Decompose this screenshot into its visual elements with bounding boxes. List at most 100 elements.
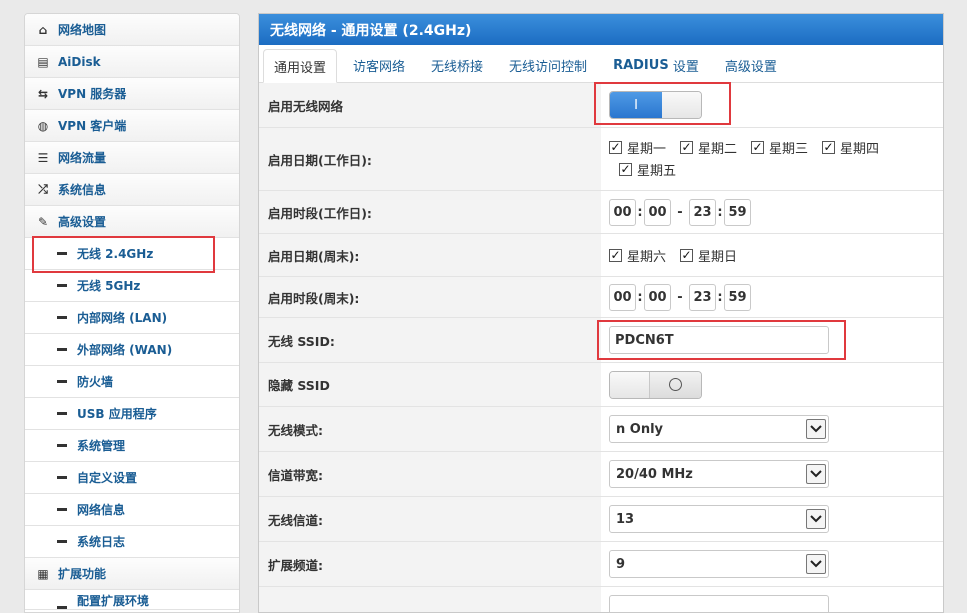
ssid-input[interactable]: PDCN6T xyxy=(609,326,829,354)
partial-select[interactable] xyxy=(609,595,829,612)
time-colon: : xyxy=(717,289,723,305)
start-hour-input[interactable]: 00 xyxy=(609,198,636,226)
chevron-down-icon xyxy=(806,464,826,484)
check-icon: ✓ xyxy=(751,140,765,154)
dash-icon xyxy=(57,508,67,511)
sidebar-subitem-custom[interactable]: 自定义设置 xyxy=(25,462,239,494)
dash-icon xyxy=(57,412,67,415)
sidebar-subitem-usb[interactable]: USB 应用程序 xyxy=(25,398,239,430)
enable-wifi-toggle[interactable]: I xyxy=(609,91,702,119)
checkbox-friday[interactable]: ✓ 星期五 xyxy=(619,158,676,180)
checkbox-monday[interactable]: ✓ 星期一 xyxy=(609,136,666,158)
sidebar-item-label: 系统日志 xyxy=(77,535,126,549)
tab-guest-network[interactable]: 访客网络 xyxy=(343,48,415,82)
dash-icon xyxy=(57,540,67,543)
checkbox-label: 星期一 xyxy=(627,141,667,157)
sidebar-item-advanced[interactable]: ✎ 高级设置 xyxy=(25,206,239,238)
disk-icon: ▤ xyxy=(37,54,49,69)
sidebar-subitem-admin[interactable]: 系统管理 xyxy=(25,430,239,462)
checkbox-tuesday[interactable]: ✓ 星期二 xyxy=(680,136,737,158)
field-label: 启用无线网络 xyxy=(259,83,601,127)
end-minute-input[interactable]: 59 xyxy=(724,283,751,311)
list-icon: ☰ xyxy=(37,150,49,165)
channel-select[interactable]: 13 xyxy=(609,505,829,533)
tab-radius[interactable]: RADIUS 设置 xyxy=(603,48,709,82)
page-title: 无线网络 - 通用设置 (2.4GHz) xyxy=(259,14,943,45)
row-channel: 无线信道: 13 xyxy=(259,497,943,542)
tab-access-control[interactable]: 无线访问控制 xyxy=(499,48,597,82)
globe-icon: ◍ xyxy=(37,118,49,133)
sidebar-item-system-info[interactable]: ⤮ 系统信息 xyxy=(25,174,239,206)
field-label: 启用日期(周末): xyxy=(259,234,601,276)
sidebar: ⌂ 网络地图 ▤ AiDisk ⇆ VPN 服务器 ◍ VPN 客户端 ☰ 网络… xyxy=(24,13,240,613)
dash-icon xyxy=(57,284,67,287)
tab-label-bold: RADIUS xyxy=(613,57,669,73)
end-hour-input[interactable]: 23 xyxy=(689,283,716,311)
ext-channel-select[interactable]: 9 xyxy=(609,550,829,578)
sidebar-subitem-firewall[interactable]: 防火墙 xyxy=(25,366,239,398)
toggle-on-glyph: I xyxy=(634,97,638,113)
row-ext-channel: 扩展频道: 9 xyxy=(259,542,943,587)
bandwidth-select[interactable]: 20/40 MHz xyxy=(609,460,829,488)
dash-icon xyxy=(57,606,67,609)
sidebar-subitem-wireless-5[interactable]: 无线 5GHz xyxy=(25,270,239,302)
sidebar-subitem-netinfo[interactable]: 网络信息 xyxy=(25,494,239,526)
dash-icon xyxy=(57,316,67,319)
row-wireless-mode: 无线模式: n Only xyxy=(259,407,943,452)
sidebar-item-traffic[interactable]: ☰ 网络流量 xyxy=(25,142,239,174)
sidebar-subitem-lan[interactable]: 内部网络 (LAN) xyxy=(25,302,239,334)
wireless-mode-select[interactable]: n Only xyxy=(609,415,829,443)
sidebar-item-network-map[interactable]: ⌂ 网络地图 xyxy=(25,14,239,46)
main-panel: 无线网络 - 通用设置 (2.4GHz) 通用设置 访客网络 无线桥接 无线访问… xyxy=(258,13,944,613)
sidebar-item-label: 网络地图 xyxy=(58,23,107,37)
checkbox-wednesday[interactable]: ✓ 星期三 xyxy=(751,136,808,158)
tab-wireless-bridge[interactable]: 无线桥接 xyxy=(421,48,493,82)
sidebar-item-label: 扩展功能 xyxy=(58,567,107,581)
sidebar-item-label: 自定义设置 xyxy=(77,471,138,485)
check-icon: ✓ xyxy=(609,140,622,154)
sidebar-item-label: 网络流量 xyxy=(58,151,107,165)
check-icon: ✓ xyxy=(680,248,694,262)
checkbox-label: 星期二 xyxy=(698,141,738,157)
sidebar-item-vpn-server[interactable]: ⇆ VPN 服务器 xyxy=(25,78,239,110)
chevron-down-icon xyxy=(806,554,826,574)
sidebar-subitem-ext-env[interactable]: 配置扩展环境 xyxy=(25,590,239,610)
sidebar-subitem-wireless-24[interactable]: 无线 2.4GHz xyxy=(25,238,239,270)
chevron-down-icon xyxy=(806,509,826,529)
start-hour-input[interactable]: 00 xyxy=(609,283,636,311)
select-value: 13 xyxy=(616,511,635,527)
tab-advanced[interactable]: 高级设置 xyxy=(715,48,787,82)
row-partial xyxy=(259,587,943,612)
tab-bar: 通用设置 访客网络 无线桥接 无线访问控制 RADIUS 设置 高级设置 xyxy=(259,45,943,83)
row-weekday-time: 启用时段(工作日): 00 : 00 - 23 : 59 xyxy=(259,191,943,234)
checkbox-sunday[interactable]: ✓ 星期日 xyxy=(680,244,737,266)
swap-icon: ⇆ xyxy=(37,86,49,101)
end-minute-input[interactable]: 59 xyxy=(724,198,751,226)
start-minute-input[interactable]: 00 xyxy=(644,283,671,311)
checkbox-label: 星期四 xyxy=(840,141,880,157)
field-label: 信道带宽: xyxy=(259,452,601,496)
field-label: 无线信道: xyxy=(259,497,601,541)
sidebar-item-extensions[interactable]: ▦ 扩展功能 xyxy=(25,558,239,590)
checkbox-thursday[interactable]: ✓ 星期四 xyxy=(822,136,879,158)
select-value: n Only xyxy=(616,421,664,437)
hide-ssid-toggle[interactable] xyxy=(609,370,702,399)
shuffle-icon: ⤮ xyxy=(38,182,48,196)
sidebar-subitem-wan[interactable]: 外部网络 (WAN) xyxy=(25,334,239,366)
row-ssid: 无线 SSID: PDCN6T xyxy=(259,318,943,363)
sidebar-item-aidisk[interactable]: ▤ AiDisk xyxy=(25,46,239,78)
checkbox-saturday[interactable]: ✓ 星期六 xyxy=(609,244,666,266)
row-weekend-time: 启用时段(周末): 00 : 00 - 23 : 59 xyxy=(259,277,943,318)
sidebar-item-label: 防火墙 xyxy=(77,375,114,389)
row-weekday-dates: 启用日期(工作日): ✓ 星期一 ✓ 星期二 ✓ 星期三 ✓ 星期四 ✓ 星期五 xyxy=(259,128,943,191)
sidebar-subitem-syslog[interactable]: 系统日志 xyxy=(25,526,239,558)
row-hide-ssid: 隐藏 SSID xyxy=(259,363,943,407)
sidebar-item-label: 配置扩展环境 xyxy=(77,594,150,608)
start-minute-input[interactable]: 00 xyxy=(644,198,671,226)
end-hour-input[interactable]: 23 xyxy=(689,198,716,226)
row-bandwidth: 信道带宽: 20/40 MHz xyxy=(259,452,943,497)
sidebar-item-vpn-client[interactable]: ◍ VPN 客户端 xyxy=(25,110,239,142)
field-label: 隐藏 SSID xyxy=(259,363,601,406)
row-enable-wifi: 启用无线网络 I xyxy=(259,83,943,128)
tab-general[interactable]: 通用设置 xyxy=(263,49,338,83)
